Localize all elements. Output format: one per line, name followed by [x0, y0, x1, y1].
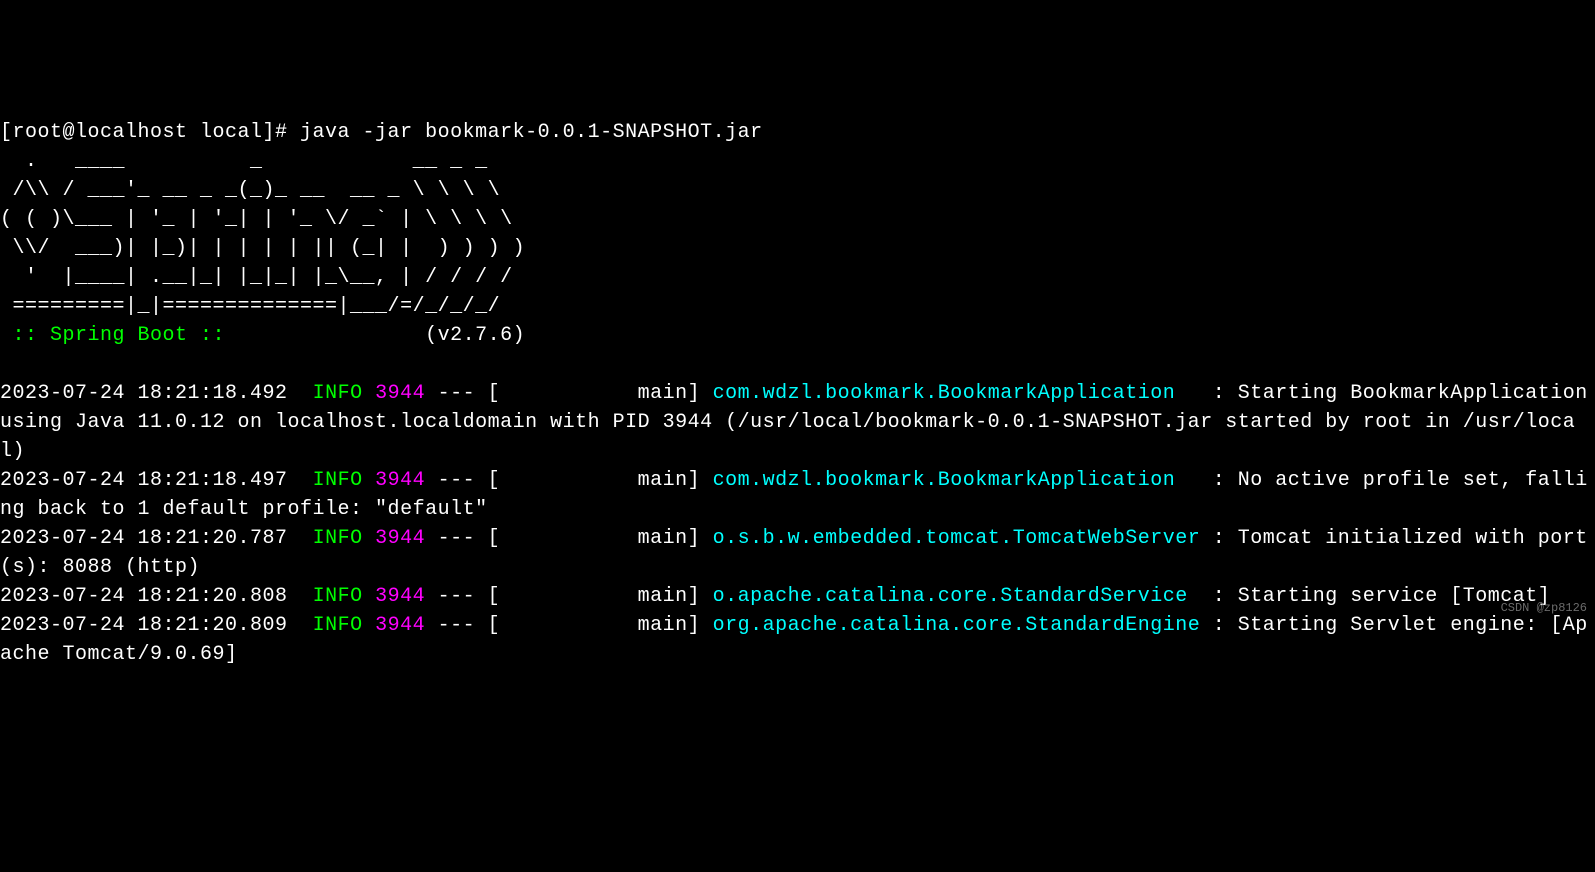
- log-thread: --- [ main]: [425, 614, 713, 637]
- log-timestamp: 2023-07-24 18:21:20.787: [0, 527, 288, 550]
- log-pid: 3944: [375, 382, 425, 405]
- log-logger: o.apache.catalina.core.StandardService: [713, 585, 1188, 608]
- banner-padding: [238, 324, 426, 347]
- log-level: INFO: [313, 585, 363, 608]
- log-thread: --- [ main]: [425, 585, 713, 608]
- log-line: 2023-07-24 18:21:20.809 INFO 3944 --- [ …: [0, 614, 1588, 666]
- log-pid: 3944: [375, 614, 425, 637]
- log-timestamp: 2023-07-24 18:21:20.809: [0, 614, 288, 637]
- shell-prompt: [root@localhost local]#: [0, 121, 300, 144]
- log-timestamp: 2023-07-24 18:21:18.497: [0, 469, 288, 492]
- log-pid: 3944: [375, 469, 425, 492]
- log-logger: org.apache.catalina.core.StandardEngine: [713, 614, 1201, 637]
- log-line: 2023-07-24 18:21:18.492 INFO 3944 --- [ …: [0, 382, 1595, 463]
- spring-boot-version: (v2.7.6): [425, 324, 525, 347]
- log-thread: --- [ main]: [425, 469, 713, 492]
- log-thread: --- [ main]: [425, 382, 713, 405]
- log-logger: o.s.b.w.embedded.tomcat.TomcatWebServer: [713, 527, 1201, 550]
- log-logger: com.wdzl.bookmark.BookmarkApplication: [713, 382, 1176, 405]
- log-level: INFO: [313, 382, 363, 405]
- log-thread: --- [ main]: [425, 527, 713, 550]
- terminal-output[interactable]: [root@localhost local]# java -jar bookma…: [0, 118, 1595, 669]
- log-pid: 3944: [375, 527, 425, 550]
- log-timestamp: 2023-07-24 18:21:18.492: [0, 382, 288, 405]
- log-logger: com.wdzl.bookmark.BookmarkApplication: [713, 469, 1176, 492]
- log-line: 2023-07-24 18:21:20.787 INFO 3944 --- [ …: [0, 527, 1588, 579]
- log-level: INFO: [313, 527, 363, 550]
- log-pid: 3944: [375, 585, 425, 608]
- spring-boot-label: :: Spring Boot ::: [0, 324, 238, 347]
- log-line: 2023-07-24 18:21:18.497 INFO 3944 --- [ …: [0, 469, 1588, 521]
- shell-command: java -jar bookmark-0.0.1-SNAPSHOT.jar: [300, 121, 763, 144]
- watermark: CSDN @zp8126: [1501, 600, 1587, 617]
- log-level: INFO: [313, 469, 363, 492]
- spring-ascii-banner: . ____ _ __ _ _ /\\ / ___'_ __ _ _(_)_ _…: [0, 147, 1595, 321]
- log-timestamp: 2023-07-24 18:21:20.808: [0, 585, 288, 608]
- log-line: 2023-07-24 18:21:20.808 INFO 3944 --- [ …: [0, 585, 1550, 608]
- log-level: INFO: [313, 614, 363, 637]
